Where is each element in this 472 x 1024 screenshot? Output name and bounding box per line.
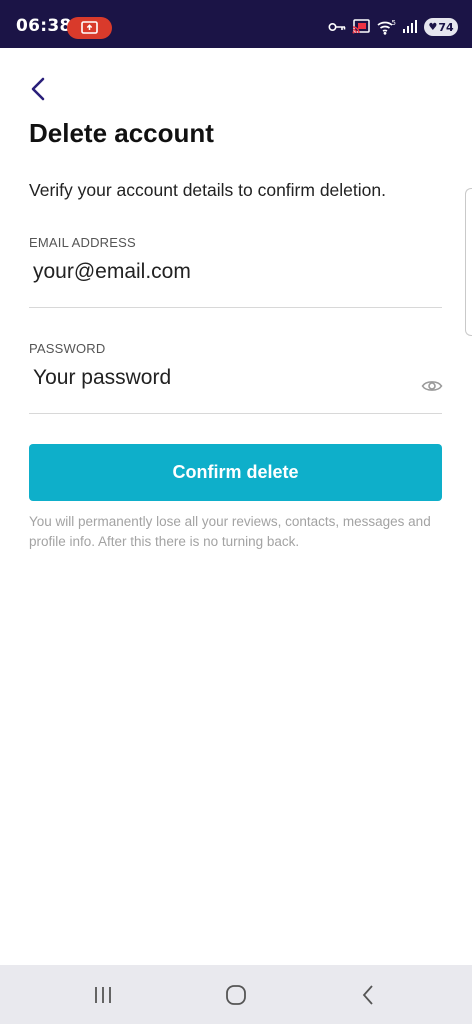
system-back-button[interactable]	[348, 979, 388, 1011]
confirm-delete-button[interactable]: Confirm delete	[29, 444, 442, 501]
signal-icon	[402, 20, 418, 34]
intro-text: Verify your account details to confirm d…	[29, 180, 386, 200]
email-underline	[29, 307, 442, 308]
home-icon	[226, 985, 246, 1005]
screen-record-icon	[81, 21, 98, 34]
email-field[interactable]	[29, 252, 442, 292]
page-title: Delete account	[29, 118, 214, 148]
battery-saver-icon: ♥	[428, 21, 438, 33]
key-icon	[328, 21, 346, 33]
home-button[interactable]	[216, 979, 256, 1011]
chevron-left-icon	[31, 77, 45, 101]
email-label: EMAIL ADDRESS	[29, 235, 136, 250]
recent-apps-button[interactable]	[83, 979, 123, 1011]
battery-level: 74	[438, 20, 454, 34]
wifi-icon: 5	[376, 19, 396, 35]
status-icons: 5 ♥ 74	[328, 16, 458, 38]
back-button[interactable]	[28, 72, 62, 106]
eye-icon	[421, 381, 443, 391]
show-password-button[interactable]	[419, 375, 445, 397]
back-icon	[362, 985, 373, 1005]
svg-text:5: 5	[392, 19, 396, 27]
cast-icon	[352, 19, 370, 35]
screen-record-indicator[interactable]	[67, 17, 112, 39]
password-field[interactable]	[29, 358, 409, 398]
status-bar: 06:38 5 ♥ 74	[0, 0, 472, 48]
password-label: PASSWORD	[29, 341, 106, 356]
password-underline	[29, 413, 442, 414]
warning-text: You will permanently lose all your revie…	[29, 514, 431, 549]
battery-icon: ♥ 74	[424, 18, 458, 36]
recent-apps-icon	[95, 987, 111, 1003]
status-time: 06:38	[16, 16, 72, 36]
navigation-bar	[0, 965, 472, 1024]
edge-panel-handle[interactable]	[465, 188, 472, 336]
